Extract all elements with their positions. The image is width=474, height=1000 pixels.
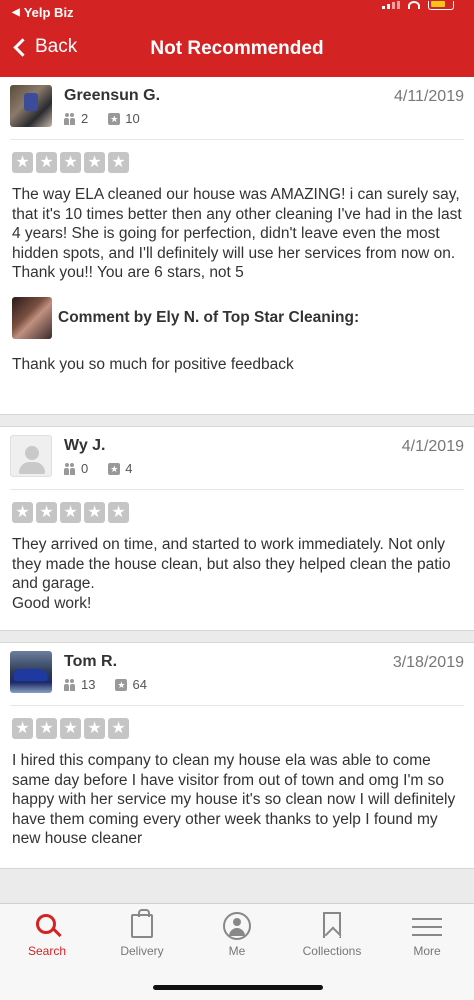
comment-title: Comment by Ely N. of Top Star Cleaning: <box>58 308 360 326</box>
star-icon: ★ <box>108 502 129 523</box>
review-header: Greensun G. 4/11/2019 2 ★ 10 <box>10 77 464 140</box>
reviewer-name[interactable]: Tom R. <box>64 653 117 671</box>
star-icon: ★ <box>108 152 129 173</box>
star-rating: ★ ★ ★ ★ ★ <box>12 502 474 523</box>
bookmark-icon <box>323 912 341 938</box>
review-header: Wy J. 4/1/2019 0 ★ 4 <box>10 427 464 490</box>
business-owner-avatar <box>12 296 52 339</box>
star-icon: ★ <box>36 502 57 523</box>
star-icon: ★ <box>108 718 129 739</box>
review-count-icon: ★ <box>108 462 121 475</box>
review-date: 4/1/2019 <box>401 438 464 455</box>
star-icon: ★ <box>12 718 33 739</box>
tab-label: Collections <box>302 944 362 958</box>
review-card: Tom R. 3/18/2019 13 ★ 64 ★ ★ ★ ★ ★ I hir… <box>0 643 474 869</box>
tab-label: Delivery <box>120 944 164 958</box>
wifi-icon <box>408 1 420 9</box>
friends-count: 2 <box>81 111 89 126</box>
menu-icon <box>412 912 442 940</box>
review-count: 64 <box>132 677 147 692</box>
review-count-icon: ★ <box>115 678 128 691</box>
review-card: Greensun G. 4/11/2019 2 ★ 10 ★ ★ ★ ★ ★ T… <box>0 77 474 415</box>
user-icon <box>223 912 251 940</box>
tab-me[interactable]: Me <box>190 904 284 974</box>
search-icon <box>32 912 62 940</box>
review-card: Wy J. 4/1/2019 0 ★ 4 ★ ★ ★ ★ ★ They arri… <box>0 427 474 631</box>
review-text: They arrived on time, and started to wor… <box>12 536 451 612</box>
tab-collections[interactable]: Collections <box>285 904 379 974</box>
review-text: I hired this company to clean my house e… <box>12 752 456 847</box>
tab-label: More <box>413 944 441 958</box>
star-icon: ★ <box>60 718 81 739</box>
reviewer-stats: 2 ★ 10 <box>64 111 140 126</box>
reviewer-name[interactable]: Wy J. <box>64 437 106 455</box>
star-icon: ★ <box>60 152 81 173</box>
tab-label: Me <box>228 944 246 958</box>
back-triangle-icon: ◀ <box>12 7 20 18</box>
star-icon: ★ <box>84 502 105 523</box>
tab-more[interactable]: More <box>380 904 474 974</box>
divider <box>0 415 474 427</box>
tab-delivery[interactable]: Delivery <box>95 904 189 974</box>
friends-count: 13 <box>81 677 96 692</box>
review-count: 4 <box>125 461 133 476</box>
reviewer-stats: 13 ★ 64 <box>64 677 147 692</box>
home-indicator[interactable] <box>153 985 323 990</box>
app-header: ◀ Yelp Biz Back Not Recommended <box>0 0 474 77</box>
star-icon: ★ <box>12 502 33 523</box>
review-count: 10 <box>125 111 140 126</box>
star-icon: ★ <box>84 718 105 739</box>
review-text: The way ELA cleaned our house was AMAZIN… <box>12 186 462 281</box>
page-title: Not Recommended <box>150 38 324 59</box>
signal-icon <box>382 1 400 9</box>
star-icon: ★ <box>84 152 105 173</box>
default-avatar-icon[interactable] <box>10 435 52 477</box>
star-icon: ★ <box>36 718 57 739</box>
friends-icon <box>64 112 76 125</box>
friends-icon <box>64 678 76 691</box>
status-indicators <box>382 0 454 10</box>
reviewer-stats: 0 ★ 4 <box>64 461 132 476</box>
avatar[interactable] <box>10 85 52 127</box>
tab-label: Search <box>27 944 67 958</box>
review-count-icon: ★ <box>108 112 121 125</box>
review-date: 3/18/2019 <box>392 654 464 671</box>
delivery-bag-icon <box>131 909 153 938</box>
avatar[interactable] <box>10 651 52 693</box>
tab-search[interactable]: Search <box>0 904 94 974</box>
review-header: Tom R. 3/18/2019 13 ★ 64 <box>10 643 464 706</box>
battery-icon <box>428 0 454 10</box>
status-app-name: Yelp Biz <box>23 5 74 20</box>
star-rating: ★ ★ ★ ★ ★ <box>12 718 474 739</box>
star-icon: ★ <box>36 152 57 173</box>
friends-count: 0 <box>81 461 89 476</box>
star-icon: ★ <box>12 152 33 173</box>
comment-text: Thank you so much for positive feedback <box>12 355 294 373</box>
review-date: 4/11/2019 <box>394 88 464 105</box>
business-comment: Comment by Ely N. of Top Star Cleaning: <box>12 296 462 339</box>
star-icon: ★ <box>60 502 81 523</box>
reviews-list: Greensun G. 4/11/2019 2 ★ 10 ★ ★ ★ ★ ★ T… <box>0 77 474 869</box>
friends-icon <box>64 462 76 475</box>
reviewer-name[interactable]: Greensun G. <box>64 87 160 105</box>
star-rating: ★ ★ ★ ★ ★ <box>12 152 474 173</box>
status-back-to-app[interactable]: ◀ Yelp Biz <box>12 5 74 20</box>
divider <box>0 631 474 643</box>
